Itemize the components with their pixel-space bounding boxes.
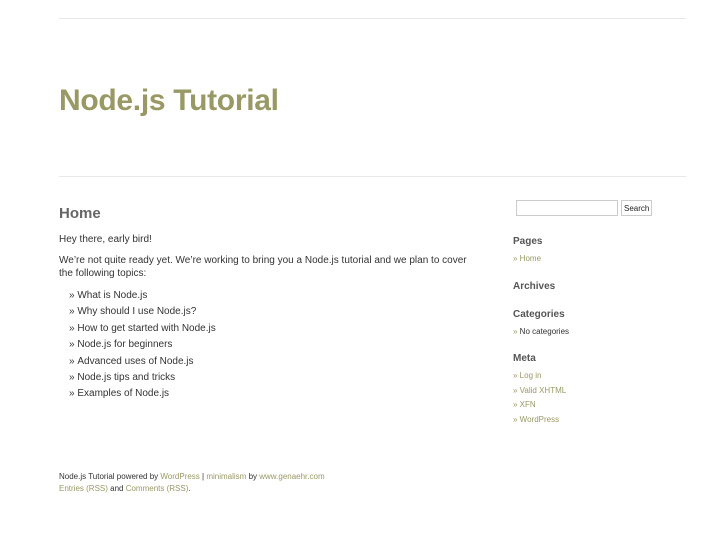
- site-title[interactable]: Node.js Tutorial: [59, 84, 279, 118]
- topic-item: Node.js tips and tricks: [69, 370, 479, 386]
- footer-feeds-line: Entries (RSS) and Comments (RSS).: [59, 483, 325, 495]
- footer-theme-link[interactable]: minimalism: [206, 472, 246, 481]
- archives-widget-title: Archives: [513, 281, 556, 292]
- header-top-rule: [59, 18, 686, 19]
- intro-text: Hey there, early bird!: [59, 234, 152, 245]
- header-bottom-rule: [59, 176, 686, 177]
- categories-list-item: No categories: [513, 325, 569, 340]
- page-title: Home: [59, 205, 101, 222]
- meta-list-item: Log in: [513, 369, 566, 384]
- search-input[interactable]: [516, 200, 618, 216]
- footer-by-text: by: [246, 472, 260, 481]
- topic-item: Why should I use Node.js?: [69, 304, 479, 320]
- topic-item: How to get started with Node.js: [69, 321, 479, 337]
- meta-list-item: WordPress: [513, 413, 566, 428]
- main-content: Home Hey there, early bird! We’re not qu…: [59, 205, 479, 403]
- pages-list-item: Home: [513, 252, 541, 267]
- meta-list-item: XFN: [513, 398, 566, 413]
- topic-list: What is Node.js Why should I use Node.js…: [59, 288, 479, 403]
- footer-comments-rss-link[interactable]: Comments (RSS): [126, 484, 189, 493]
- pages-widget-title: Pages: [513, 236, 543, 247]
- footer-period: .: [188, 484, 191, 493]
- description-text: We’re not quite ready yet. We’re working…: [59, 255, 467, 279]
- meta-link-xfn[interactable]: XFN: [520, 400, 536, 409]
- topic-item: Node.js for beginners: [69, 337, 479, 353]
- footer-wordpress-link[interactable]: WordPress: [160, 472, 199, 481]
- pages-list: Home: [513, 252, 541, 267]
- search-form: Search: [516, 200, 693, 216]
- footer-powered-by-text: Node.js Tutorial powered by: [59, 472, 161, 481]
- search-button[interactable]: Search: [621, 200, 653, 216]
- meta-link-wordpress[interactable]: WordPress: [520, 415, 559, 424]
- categories-list: No categories: [513, 325, 569, 340]
- footer-author-link[interactable]: www.genaehr.com: [259, 472, 324, 481]
- pages-link-home[interactable]: Home: [520, 254, 541, 263]
- footer: Node.js Tutorial powered by WordPress | …: [59, 471, 325, 495]
- meta-list-item: Valid XHTML: [513, 384, 567, 399]
- footer-and-text: and: [107, 484, 126, 493]
- meta-link-valid-xhtml[interactable]: Valid XHTML: [520, 386, 567, 395]
- sidebar: Search Pages Home Archives Categories No…: [513, 200, 693, 424]
- footer-entries-rss-link[interactable]: Entries (RSS): [59, 484, 108, 493]
- categories-widget-title: Categories: [513, 309, 565, 320]
- meta-link-login[interactable]: Log in: [520, 371, 542, 380]
- footer-credits-line: Node.js Tutorial powered by WordPress | …: [59, 471, 325, 483]
- meta-widget-title: Meta: [513, 353, 536, 364]
- topic-item: Examples of Node.js: [69, 386, 479, 402]
- topic-item: Advanced uses of Node.js: [69, 354, 479, 370]
- meta-list: Log in Valid XHTML XFN WordPress: [513, 369, 567, 428]
- topic-item: What is Node.js: [69, 288, 479, 304]
